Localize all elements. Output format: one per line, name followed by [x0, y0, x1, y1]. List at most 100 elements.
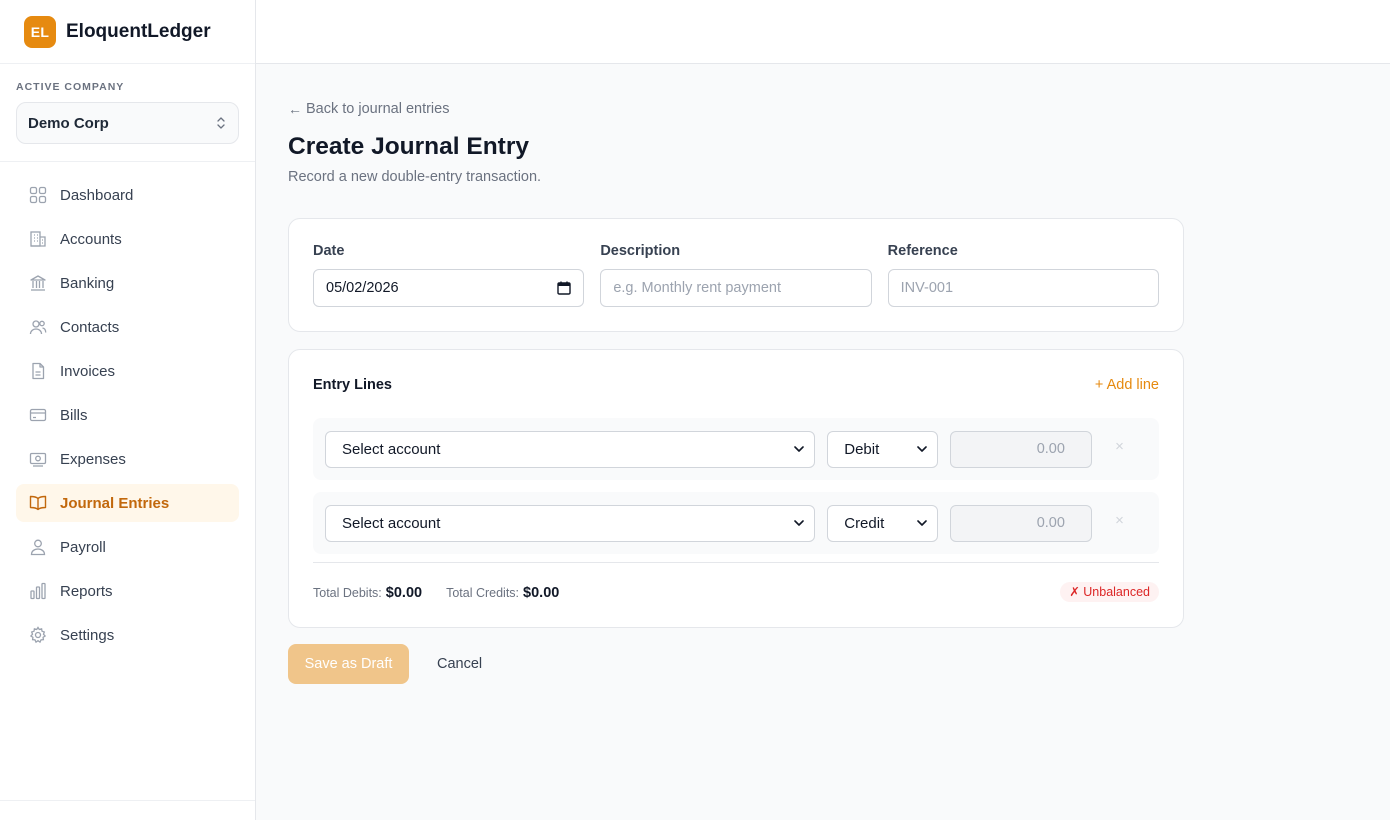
entry-line-row: Select account Debit 0.00 ×	[313, 418, 1159, 480]
nav-item-journal-entries[interactable]: Journal Entries	[16, 484, 239, 522]
bar-chart-icon	[28, 581, 48, 601]
company-name: Demo Corp	[28, 114, 109, 132]
entry-lines-title: Entry Lines	[313, 376, 392, 393]
account-select[interactable]: Select account	[325, 430, 816, 468]
users-icon	[28, 317, 48, 337]
back-link-label: Back to journal entries	[306, 101, 450, 117]
nav-item-bills[interactable]: Bills	[16, 396, 239, 434]
add-line-button[interactable]: + Add line	[1095, 377, 1159, 393]
chevron-down-icon	[794, 446, 805, 452]
close-icon: ×	[1115, 437, 1124, 455]
description-field: Description e.g. Monthly rent payment	[600, 243, 872, 331]
debit-credit-value: Credit	[844, 514, 885, 532]
entry-lines-header: Entry Lines + Add line	[313, 350, 1159, 418]
save-draft-button[interactable]: Save as Draft	[288, 644, 409, 684]
nav-item-accounts[interactable]: Accounts	[16, 220, 239, 258]
main-nav: Dashboard Accounts Banking Contacts Invo…	[0, 162, 255, 654]
nav-item-dashboard[interactable]: Dashboard	[16, 176, 239, 214]
reference-placeholder: INV-001	[900, 280, 954, 296]
building-icon	[28, 229, 48, 249]
chevron-down-icon	[794, 520, 805, 526]
book-icon	[28, 493, 48, 513]
description-label: Description	[600, 243, 681, 259]
nav-item-invoices[interactable]: Invoices	[16, 352, 239, 390]
account-select-value: Select account	[342, 514, 441, 532]
date-label: Date	[313, 243, 345, 259]
description-input[interactable]: e.g. Monthly rent payment	[600, 269, 872, 307]
nav-label: Invoices	[60, 362, 116, 380]
amount-value: 0.00	[1036, 515, 1065, 531]
form-actions: Save as Draft Cancel	[288, 644, 1184, 684]
page-title: Create Journal Entry	[288, 133, 529, 160]
main-content: ← Back to journal entries Create Journal…	[288, 64, 1184, 684]
close-icon: ×	[1115, 511, 1124, 529]
reference-field: Reference INV-001	[887, 243, 1159, 331]
reference-input[interactable]: INV-001	[887, 269, 1159, 307]
totals-bar: Total Debits: $0.00 Total Credits: $0.00 ✗…	[313, 562, 1159, 628]
company-select[interactable]: Demo Corp	[16, 102, 239, 144]
company-label: ACTIVE COMPANY	[16, 81, 125, 93]
remove-line-button[interactable]: ×	[1092, 512, 1147, 529]
brand-logo: EL	[24, 15, 56, 48]
bank-icon	[28, 273, 48, 293]
nav-item-expenses[interactable]: Expenses	[16, 440, 239, 478]
top-bar	[256, 0, 1390, 64]
brand[interactable]: EL EloquentLedger	[0, 0, 255, 64]
entry-lines-card: Entry Lines + Add line Select account De…	[288, 349, 1184, 628]
remove-line-button[interactable]: ×	[1092, 438, 1147, 455]
nav-item-reports[interactable]: Reports	[16, 572, 239, 610]
page-subtitle: Record a new double-entry transaction.	[288, 169, 542, 185]
chevron-up-down-icon	[217, 117, 225, 129]
amount-input[interactable]: 0.00	[949, 504, 1092, 542]
account-select[interactable]: Select account	[325, 504, 816, 542]
debit-credit-select[interactable]: Credit	[827, 504, 938, 542]
gear-icon	[28, 625, 48, 645]
nav-item-banking[interactable]: Banking	[16, 264, 239, 302]
reference-label: Reference	[887, 243, 958, 259]
description-placeholder: e.g. Monthly rent payment	[613, 280, 781, 296]
back-link[interactable]: ← Back to journal entries	[288, 100, 1184, 118]
nav-item-contacts[interactable]: Contacts	[16, 308, 239, 346]
date-field: Date 05/02/2026	[313, 243, 585, 331]
document-icon	[28, 361, 48, 381]
nav-label: Contacts	[60, 318, 120, 336]
user-icon	[28, 537, 48, 557]
total-credits-label: Total Credits:	[446, 585, 520, 600]
date-value: 05/02/2026	[326, 280, 399, 296]
chevron-down-icon	[917, 446, 927, 452]
date-input[interactable]: 05/02/2026	[313, 269, 585, 307]
sidebar: EL EloquentLedger ACTIVE COMPANY Demo Co…	[0, 0, 256, 820]
nav-label: Journal Entries	[60, 494, 170, 512]
entry-line-row: Select account Credit 0.00 ×	[313, 492, 1159, 554]
entry-details-card: Date 05/02/2026 Description e.g. Monthly…	[288, 218, 1184, 332]
cash-icon	[28, 449, 48, 469]
total-debits: Total Debits: $0.00	[313, 584, 422, 602]
nav-label: Banking	[60, 274, 115, 292]
nav-label: Settings	[60, 626, 115, 644]
cancel-button[interactable]: Cancel	[437, 656, 482, 672]
nav-label: Accounts	[60, 230, 122, 248]
account-select-value: Select account	[342, 440, 441, 458]
total-debits-label: Total Debits:	[313, 585, 382, 600]
chevron-down-icon	[917, 520, 927, 526]
nav-label: Reports	[60, 582, 113, 600]
arrow-left-icon: ←	[288, 101, 302, 117]
company-switcher-block: ACTIVE COMPANY Demo Corp	[0, 64, 255, 162]
nav-label: Bills	[60, 406, 88, 424]
nav-item-settings[interactable]: Settings	[16, 616, 239, 654]
grid-icon	[28, 185, 48, 205]
total-credits-value: $0.00	[523, 584, 560, 601]
credit-card-icon	[28, 405, 48, 425]
nav-label: Payroll	[60, 538, 106, 556]
amount-input[interactable]: 0.00	[949, 430, 1092, 468]
total-debits-value: $0.00	[385, 584, 423, 601]
totals-summary: Total Debits: $0.00 Total Credits: $0.00	[313, 584, 559, 602]
amount-value: 0.00	[1036, 441, 1065, 457]
debit-credit-select[interactable]: Debit	[827, 430, 938, 468]
debit-credit-value: Debit	[844, 440, 880, 458]
total-credits: Total Credits: $0.00	[446, 584, 559, 602]
brand-name: EloquentLedger	[66, 20, 211, 42]
balance-status-badge: ✗ Unbalanced	[1060, 581, 1159, 602]
nav-item-payroll[interactable]: Payroll	[16, 528, 239, 566]
calendar-icon[interactable]	[557, 281, 572, 295]
